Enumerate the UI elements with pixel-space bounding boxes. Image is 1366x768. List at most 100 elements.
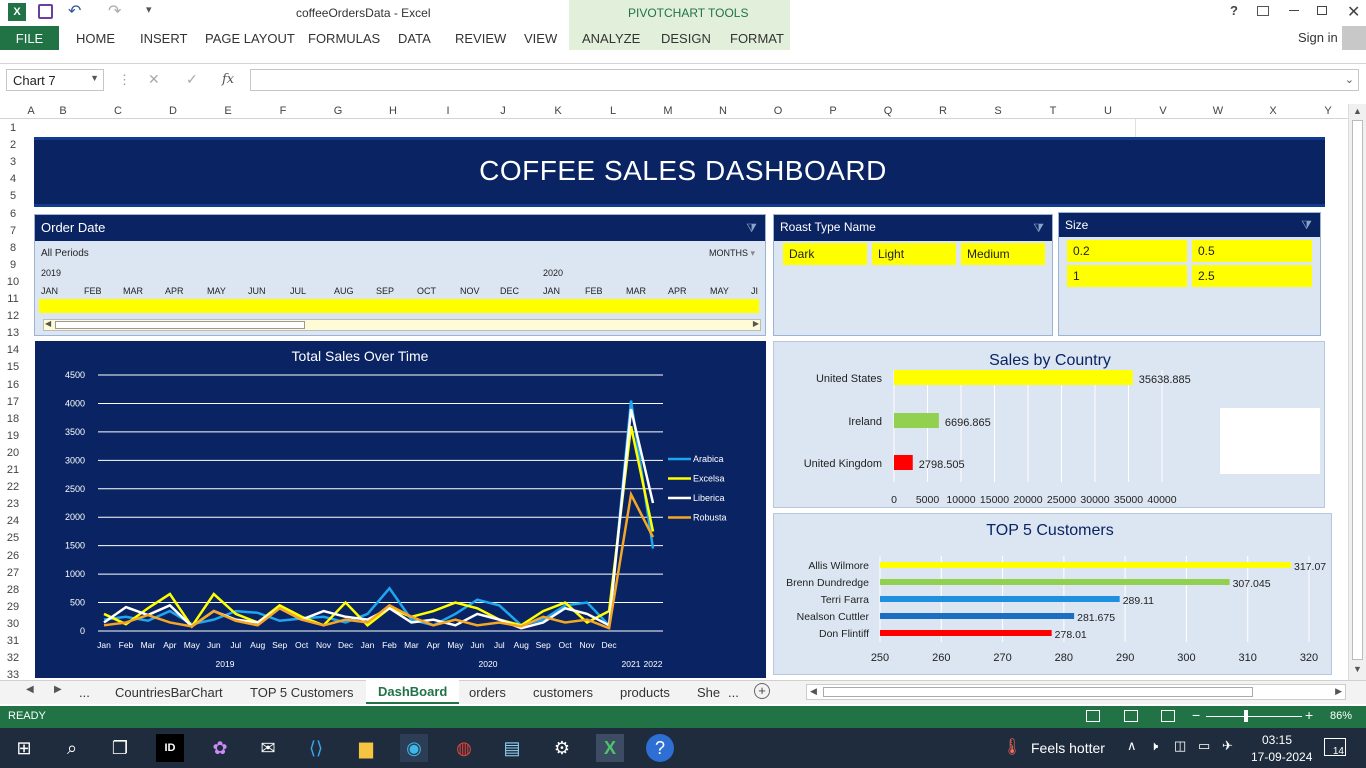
mail-icon[interactable]: ✉ xyxy=(254,734,282,762)
volume-icon[interactable]: 🕨 xyxy=(1150,738,1158,754)
tray-chevron-icon[interactable]: ∧ xyxy=(1127,738,1137,754)
name-box[interactable]: Chart 7 ▼ xyxy=(6,69,104,91)
edge-icon[interactable]: ◉ xyxy=(400,734,428,762)
column-header-g[interactable]: G xyxy=(318,103,358,119)
expand-formula-icon[interactable]: ⌄ xyxy=(1345,73,1354,86)
timeline-scroll-thumb[interactable] xyxy=(55,321,305,329)
row-header-26[interactable]: 26 xyxy=(0,550,26,564)
row-header-11[interactable]: 11 xyxy=(0,293,26,307)
roast-type-slicer[interactable]: Roast Type Name ⧩ Dark Light Medium xyxy=(773,214,1053,336)
column-header-k[interactable]: K xyxy=(538,103,578,119)
timeline-month[interactable]: MAR xyxy=(123,286,143,296)
qat-customize-icon[interactable]: ▾ xyxy=(146,3,152,16)
vscode-icon[interactable]: ⟨⟩ xyxy=(302,734,330,762)
sheet-tab-more[interactable]: ... xyxy=(728,682,739,702)
timeline-month[interactable]: MAY xyxy=(207,286,226,296)
network-icon[interactable]: ▭ xyxy=(1198,738,1210,754)
column-header-f[interactable]: F xyxy=(263,103,303,119)
redo-icon[interactable]: ↷ xyxy=(108,1,121,21)
row-header-3[interactable]: 3 xyxy=(0,156,26,170)
column-header-q[interactable]: Q xyxy=(868,103,908,119)
timeline-unit[interactable]: MONTHS ▾ xyxy=(709,248,755,259)
row-header-31[interactable]: 31 xyxy=(0,635,26,649)
column-header-y[interactable]: Y xyxy=(1308,103,1348,119)
notepad-icon[interactable]: ▤ xyxy=(498,734,526,762)
timeline-month[interactable]: DEC xyxy=(500,286,519,296)
sheet-tab-top5customers[interactable]: TOP 5 Customers xyxy=(250,682,354,702)
scroll-right-icon[interactable]: ▶ xyxy=(1335,686,1342,697)
column-header-j[interactable]: J xyxy=(483,103,523,119)
sheet-tab-orders[interactable]: orders xyxy=(469,682,506,702)
minimize-icon[interactable] xyxy=(1289,10,1299,11)
ribbon-display-icon[interactable] xyxy=(1257,6,1269,16)
country-bar[interactable] xyxy=(894,370,1133,385)
page-break-view-icon[interactable] xyxy=(1161,710,1175,722)
horizontal-scrollbar[interactable]: ◀ ▶ xyxy=(806,684,1346,700)
row-header-2[interactable]: 2 xyxy=(0,139,26,153)
column-header-n[interactable]: N xyxy=(703,103,743,119)
row-header-20[interactable]: 20 xyxy=(0,447,26,461)
country-bar[interactable] xyxy=(894,413,939,428)
sheet-tab-products[interactable]: products xyxy=(620,682,670,702)
tab-format[interactable]: FORMAT xyxy=(730,26,784,50)
zoom-out-icon[interactable]: − xyxy=(1192,707,1200,723)
search-icon[interactable]: ⌕ xyxy=(58,734,86,762)
row-header-15[interactable]: 15 xyxy=(0,361,26,375)
timeline-month[interactable]: JAN xyxy=(41,286,58,296)
tab-view[interactable]: VIEW xyxy=(524,26,557,50)
slicer-item-medium[interactable]: Medium xyxy=(961,243,1045,265)
tab-insert[interactable]: INSERT xyxy=(140,26,187,50)
clear-filter-icon[interactable]: ⧩ xyxy=(1033,221,1044,236)
copilot-icon[interactable]: ✿ xyxy=(206,734,234,762)
file-tab[interactable]: FILE xyxy=(0,26,59,50)
save-icon[interactable] xyxy=(38,4,53,19)
help-button[interactable]: ? xyxy=(1230,3,1238,18)
slicer-item-0-5[interactable]: 0.5 xyxy=(1192,240,1312,262)
tab-design[interactable]: DESIGN xyxy=(661,26,711,50)
series-line-liberica[interactable] xyxy=(103,408,655,630)
order-date-timeline[interactable]: Order Date ⧩ All Periods MONTHS ▾ 2019 2… xyxy=(34,214,766,336)
windows-start-icon[interactable]: ⊞ xyxy=(10,734,38,762)
column-header-l[interactable]: L xyxy=(593,103,633,119)
excel-taskbar-icon[interactable]: X xyxy=(596,734,624,762)
country-bar[interactable] xyxy=(894,455,913,470)
bluetooth-icon[interactable]: ✈ xyxy=(1222,738,1233,754)
page-layout-view-icon[interactable] xyxy=(1124,710,1138,722)
timeline-selection-bar[interactable] xyxy=(39,299,759,313)
vertical-scrollbar[interactable]: ▲ ▼ xyxy=(1348,104,1366,680)
column-header-i[interactable]: I xyxy=(428,103,468,119)
chrome-icon[interactable]: ◍ xyxy=(450,734,478,762)
row-header-8[interactable]: 8 xyxy=(0,242,26,256)
row-header-6[interactable]: 6 xyxy=(0,208,26,222)
row-header-1[interactable]: 1 xyxy=(0,122,26,136)
row-header-12[interactable]: 12 xyxy=(0,310,26,324)
avatar[interactable] xyxy=(1342,26,1366,50)
timeline-month[interactable]: SEP xyxy=(376,286,394,296)
add-sheet-icon[interactable]: + xyxy=(754,683,770,699)
tab-analyze[interactable]: ANALYZE xyxy=(582,26,640,50)
timeline-month[interactable]: FEB xyxy=(84,286,102,296)
row-header-22[interactable]: 22 xyxy=(0,481,26,495)
scroll-up-icon[interactable]: ▲ xyxy=(1353,106,1362,116)
zoom-slider-thumb[interactable] xyxy=(1244,710,1248,722)
zoom-in-icon[interactable]: + xyxy=(1305,707,1313,723)
row-header-5[interactable]: 5 xyxy=(0,190,26,204)
column-header-e[interactable]: E xyxy=(208,103,248,119)
row-header-25[interactable]: 25 xyxy=(0,532,26,546)
scroll-left-icon[interactable]: ◀ xyxy=(45,319,51,328)
notification-icon[interactable]: 14 xyxy=(1324,738,1346,757)
close-icon[interactable]: ✕ xyxy=(1347,2,1360,22)
task-view-icon[interactable]: ❐ xyxy=(106,734,134,762)
row-header-13[interactable]: 13 xyxy=(0,327,26,341)
timeline-month[interactable]: NOV xyxy=(460,286,480,296)
column-header-c[interactable]: C xyxy=(98,103,138,119)
prev-sheet-icon[interactable]: ◀ xyxy=(26,684,34,695)
timeline-month[interactable]: APR xyxy=(165,286,184,296)
camera-icon[interactable]: ◫ xyxy=(1174,738,1186,754)
row-header-18[interactable]: 18 xyxy=(0,413,26,427)
customer-bar[interactable] xyxy=(880,630,1052,636)
sheet-tab-countriesbarchart[interactable]: CountriesBarChart xyxy=(115,682,223,702)
column-header-u[interactable]: U xyxy=(1088,103,1128,119)
clear-filter-icon[interactable]: ⧩ xyxy=(1301,218,1312,233)
timeline-month[interactable]: JUN xyxy=(248,286,266,296)
